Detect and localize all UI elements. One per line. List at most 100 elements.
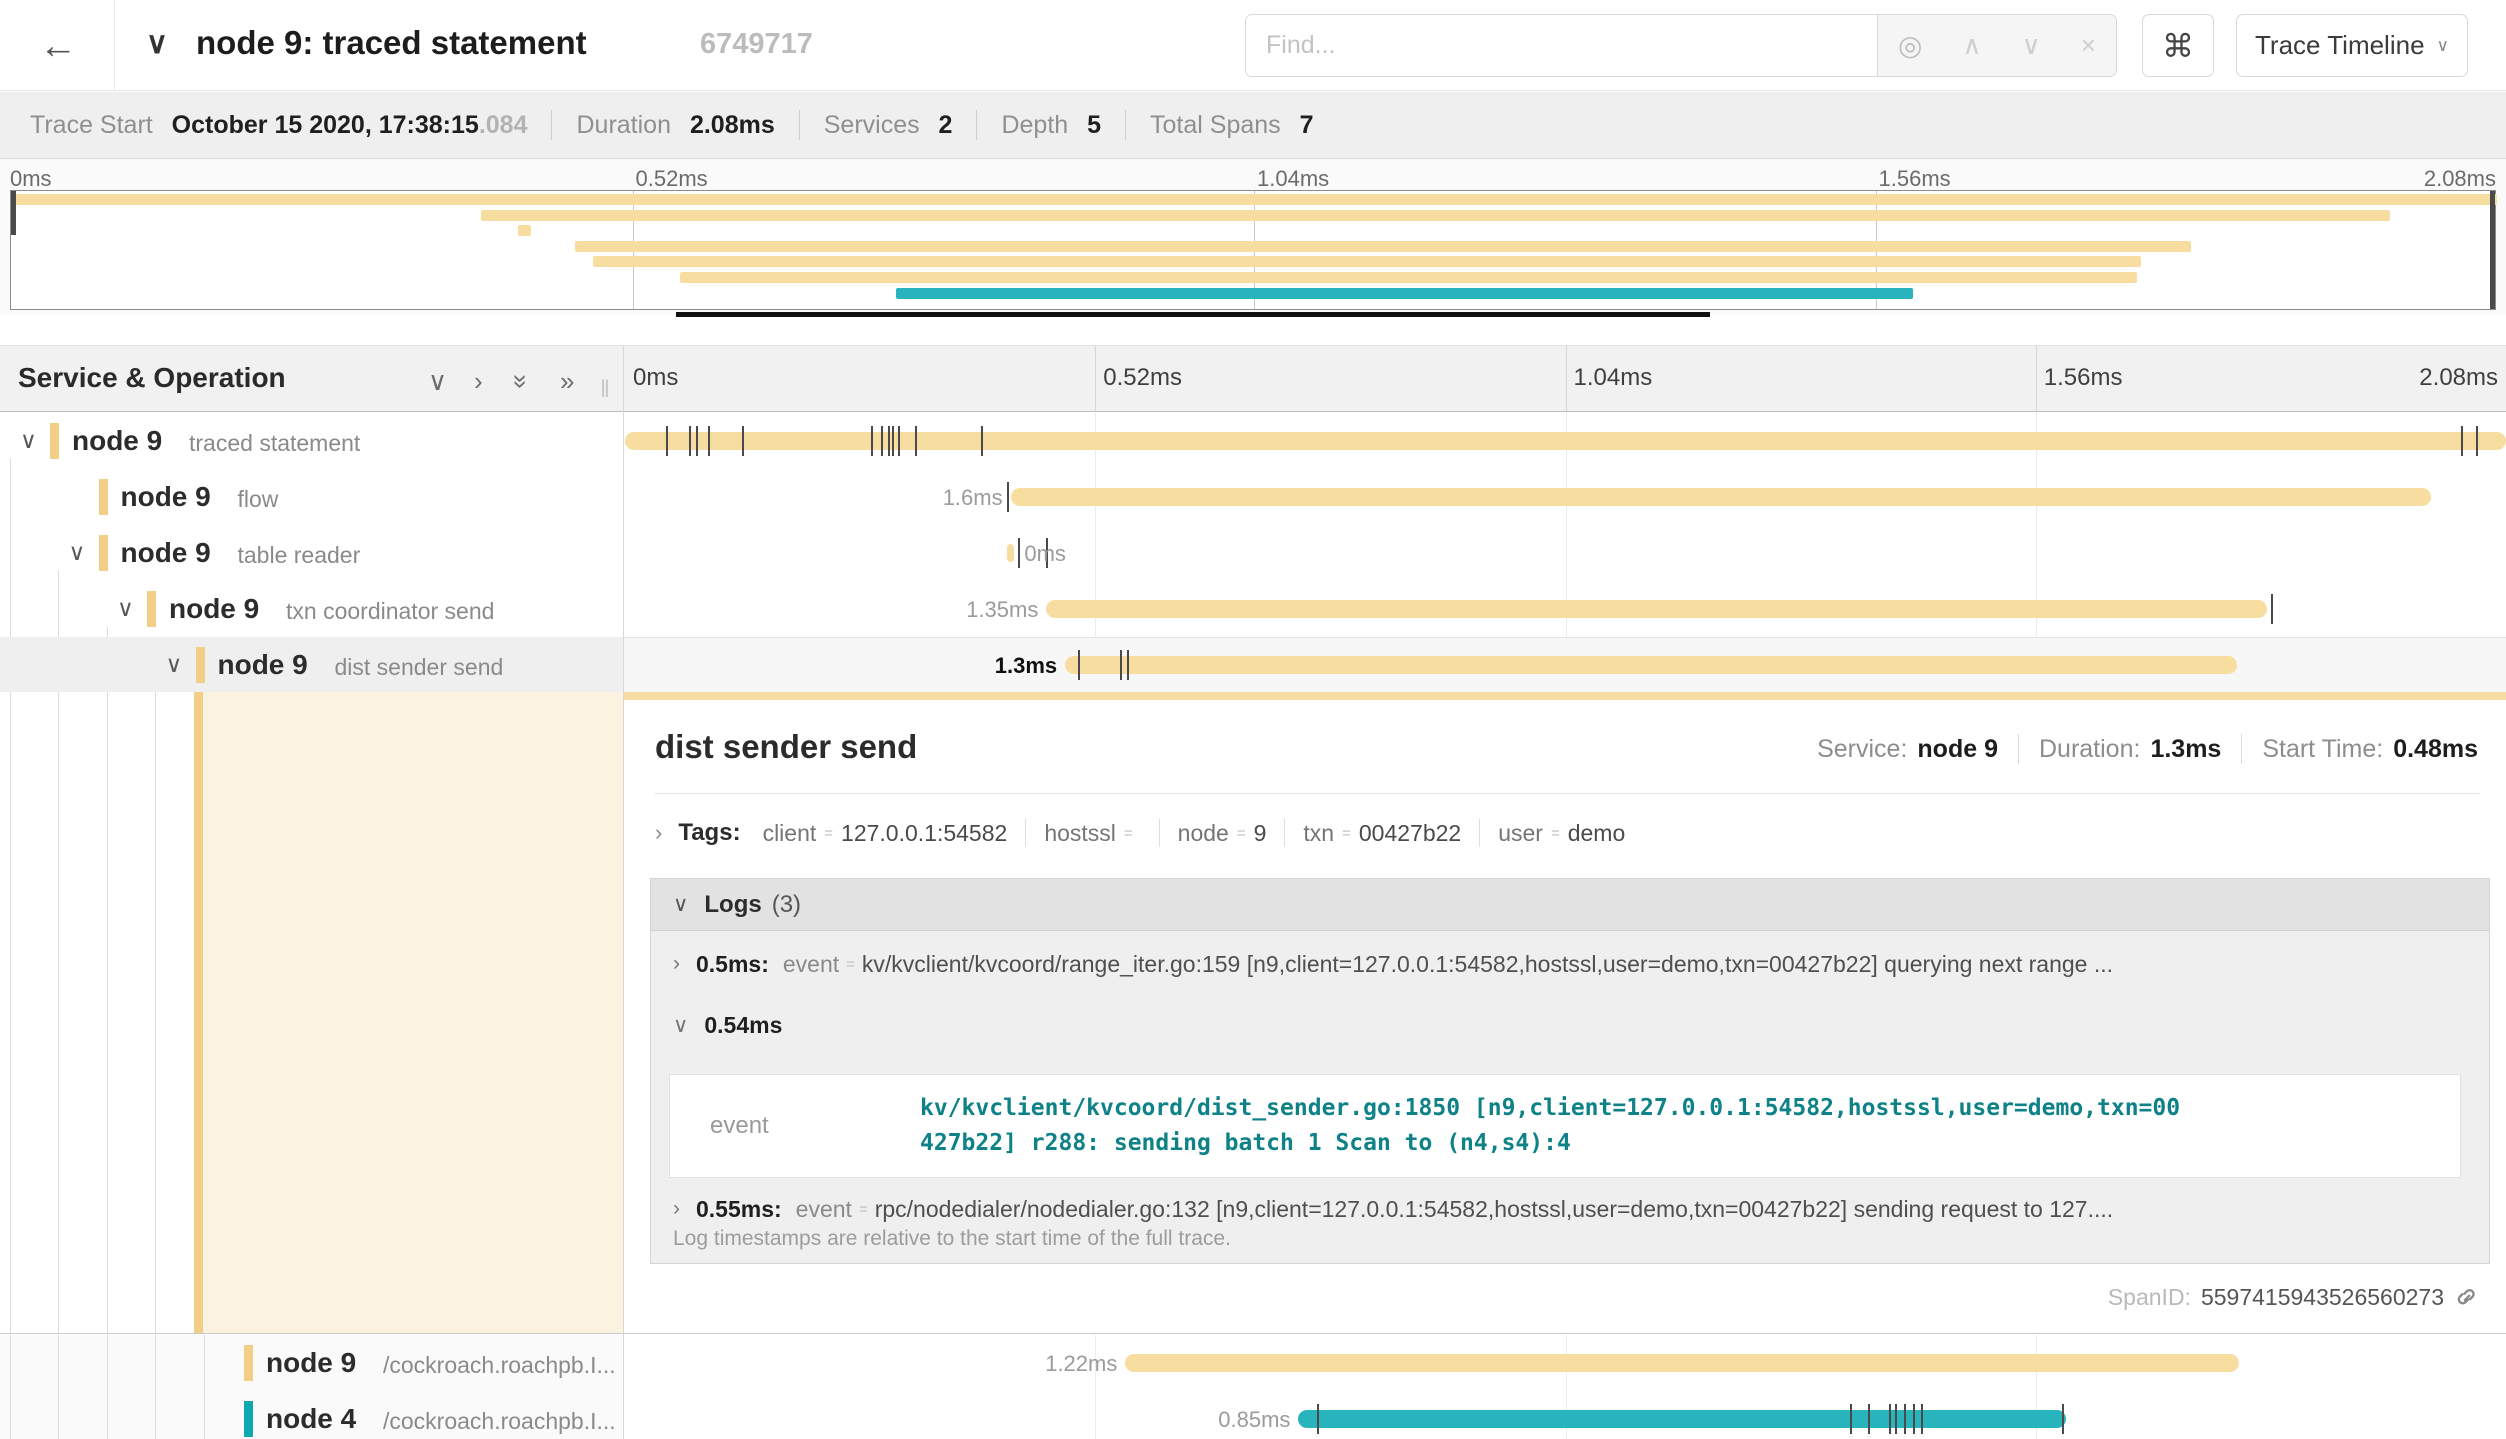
selected-row-left-bg (0, 637, 623, 693)
tags-row[interactable]: › Tags: client=127.0.0.1:54582hostssl=no… (655, 810, 2480, 856)
collapse-one-icon[interactable]: ∨ (428, 366, 447, 397)
minimap-left-handle[interactable] (11, 191, 16, 235)
span-id-value: 5597415943526560273 (2201, 1284, 2444, 1311)
span-row[interactable]: node 9/cockroach.roachpb.I...1.22ms (0, 1335, 2506, 1391)
log-row[interactable]: › 0.5ms: event = kv/kvclient/kvcoord/ran… (673, 944, 2469, 984)
expand-one-icon[interactable]: › (474, 366, 483, 397)
topbar-divider (114, 0, 115, 91)
find-clear-icon[interactable]: × (2081, 30, 2096, 61)
span-row[interactable]: ∨node 9traced statement (0, 413, 2506, 469)
axis-gridline (1566, 346, 1567, 411)
locate-icon[interactable]: ◎ (1898, 29, 1922, 62)
log-marker (1120, 650, 1122, 680)
span-color-swatch (50, 423, 59, 459)
minimap-right-handle[interactable] (2490, 191, 2495, 309)
indent-guide (107, 692, 108, 1333)
back-button[interactable]: ← (28, 22, 88, 70)
minimap-scrollbar[interactable] (676, 312, 1710, 317)
span-rows: ∨node 9traced statementnode 9flow1.6ms∨n… (0, 413, 2506, 692)
operation-name: /cockroach.roachpb.I... (383, 1352, 616, 1379)
log-marker (2271, 594, 2273, 624)
tag-item: user=demo (1498, 820, 1625, 847)
log-marker (871, 426, 873, 456)
log-marker (689, 426, 691, 456)
view-selector-button[interactable]: Trace Timeline ∨ (2236, 14, 2468, 77)
summary-separator (976, 110, 977, 140)
timeline-header-band: Service & Operation ∨ › » » ‖ 0ms0.52ms1… (0, 345, 2506, 412)
column-resize-handle[interactable]: ‖ (600, 376, 610, 404)
minimap-canvas[interactable] (10, 190, 2496, 310)
find-input[interactable] (1245, 14, 1877, 77)
span-row[interactable]: ∨node 9table reader0ms (0, 525, 2506, 581)
log-marker (1889, 1404, 1891, 1434)
span-detail-panel: dist sender send Service:node 9Duration:… (0, 692, 2506, 1334)
row-expander-icon[interactable]: ∨ (20, 427, 37, 454)
tag-value: 127.0.0.1:54582 (841, 820, 1007, 847)
link-icon[interactable] (2454, 1285, 2480, 1311)
chevron-down-icon: ∨ (673, 892, 688, 917)
keyboard-shortcuts-button[interactable]: ⌘ (2142, 14, 2214, 77)
row-expander-icon[interactable]: ∨ (117, 595, 134, 622)
expand-all-icon[interactable]: » (560, 366, 574, 397)
column-divider[interactable] (623, 345, 624, 1439)
trace-id: 6749717 (700, 28, 813, 61)
meta-value: 1.3ms (2150, 735, 2221, 764)
log-marker (892, 426, 894, 456)
log-marker (981, 426, 983, 456)
duration-label: 1.22ms (1045, 1351, 1117, 1377)
log-marker (1904, 1404, 1906, 1434)
log-row[interactable]: › 0.55ms: event = rpc/nodedialer/nodedia… (673, 1189, 2469, 1229)
tag-item: client=127.0.0.1:54582 (763, 820, 1008, 847)
trace-summary-bar: Trace Start October 15 2020, 17:38:15.08… (0, 92, 2506, 159)
service-name: node 4 (266, 1403, 356, 1435)
span-row[interactable]: ∨node 9txn coordinator send1.35ms (0, 581, 2506, 637)
row-expander-icon[interactable]: ∨ (166, 651, 183, 678)
tag-item: txn=00427b22 (1303, 820, 1461, 847)
find-next-icon[interactable]: ∨ (2022, 30, 2041, 61)
summary-label: Duration (576, 111, 677, 140)
equals-sign: = (824, 825, 833, 842)
log-marker (696, 426, 698, 456)
row-expander-icon[interactable]: ∨ (69, 539, 86, 566)
chevron-right-icon: › (673, 952, 680, 976)
chevron-right-icon: › (673, 1197, 680, 1221)
log-marker (1317, 1404, 1319, 1434)
summary-value: October 15 2020, 17:38:15 (172, 111, 479, 140)
span-bar[interactable] (1298, 1410, 2065, 1428)
span-row[interactable]: node 4/cockroach.roachpb.I...0.85ms (0, 1391, 2506, 1439)
collapse-trace-header-icon[interactable]: ∨ (146, 26, 168, 61)
summary-value: 7 (1300, 111, 1314, 140)
tag-item: hostssl= (1044, 820, 1140, 847)
span-bar[interactable] (1011, 488, 2431, 506)
log-timestamp: 0.54ms (704, 1012, 782, 1039)
span-row[interactable]: ∨node 9dist sender send1.3ms (0, 637, 2506, 693)
span-bar[interactable] (1007, 544, 1015, 562)
minimap-span (680, 272, 2137, 283)
span-detail-meta: Service:node 9Duration:1.3msStart Time:0… (1817, 734, 2478, 764)
log-detail-table: event kv/kvclient/kvcoord/dist_sender.go… (669, 1074, 2461, 1178)
span-detail-left-fill (203, 692, 623, 1333)
tag-separator (1479, 819, 1480, 847)
log-field-key: event (796, 1196, 852, 1223)
find-prev-icon[interactable]: ∧ (1963, 30, 1982, 61)
log-marker (2461, 426, 2463, 456)
minimap-tick-label: 1.56ms (1879, 166, 1951, 192)
minimap-span (518, 225, 530, 236)
axis-tick-label: 0.52ms (1103, 364, 1182, 392)
tag-value: demo (1568, 820, 1626, 847)
minimap-span (896, 288, 1913, 299)
collapse-all-icon[interactable]: » (506, 374, 537, 388)
axis-tick-label: 0ms (633, 364, 678, 392)
tag-item: node=9 (1178, 820, 1267, 847)
span-bar[interactable] (1065, 656, 2237, 674)
span-detail-top-accent (624, 692, 2506, 700)
span-row[interactable]: node 9flow1.6ms (0, 469, 2506, 525)
span-bar[interactable] (1125, 1354, 2239, 1372)
meta-label: Start Time: (2262, 735, 2383, 764)
log-row-expanded-header[interactable]: ∨ 0.54ms (673, 1005, 2469, 1045)
logs-header[interactable]: ∨ Logs (3) (651, 879, 2489, 931)
span-bar[interactable] (625, 432, 2506, 450)
span-color-strip (194, 692, 203, 1333)
span-bar[interactable] (1046, 600, 2267, 618)
operation-name: /cockroach.roachpb.I... (383, 1408, 616, 1435)
